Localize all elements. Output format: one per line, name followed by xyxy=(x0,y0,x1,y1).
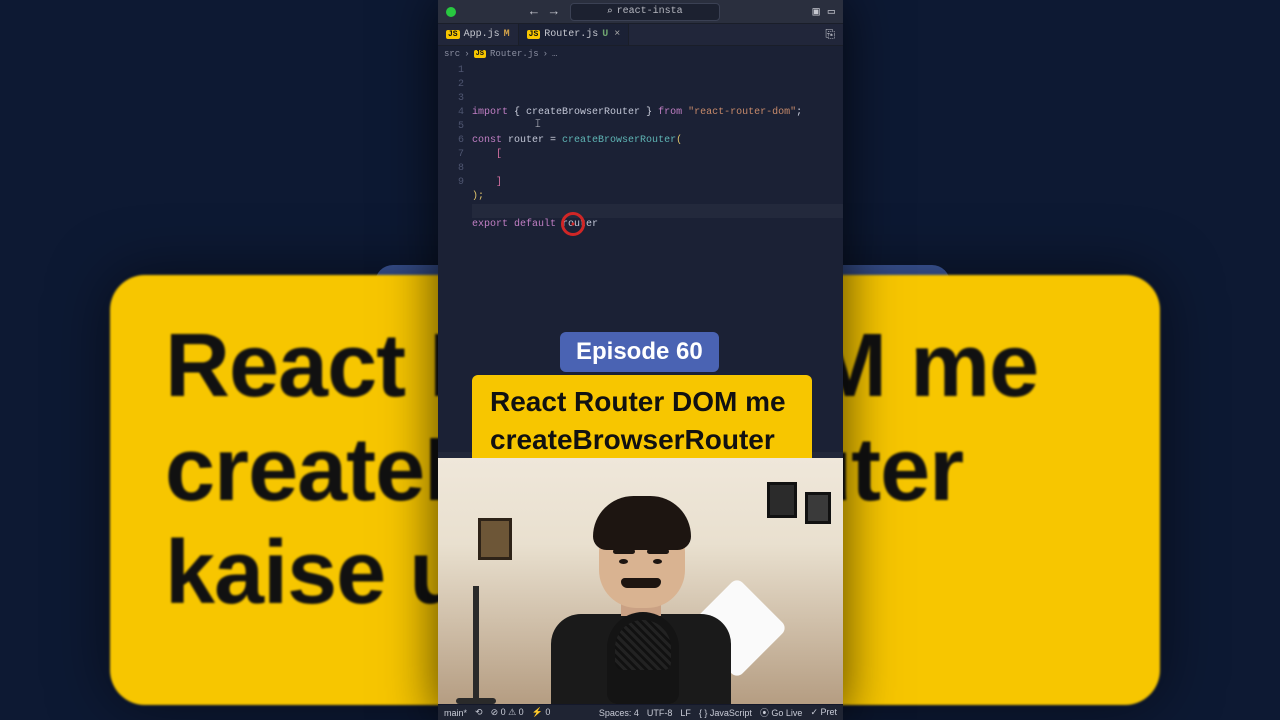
language-status[interactable]: { } JavaScript xyxy=(699,708,752,718)
click-indicator-icon xyxy=(561,212,585,236)
line-number: 9 xyxy=(442,176,464,190)
problems-status[interactable]: ⊘ 0 ⚠ 0 xyxy=(491,707,524,718)
tab-untracked-flag: U xyxy=(602,29,608,40)
layout-panel-icon[interactable]: ▣ xyxy=(813,4,820,19)
line-number: 1 xyxy=(442,64,464,78)
code-line[interactable]: ); xyxy=(472,190,843,204)
js-icon: JS xyxy=(474,50,486,58)
title-bar: ← → ⌕ react-insta ▣ ▭ xyxy=(438,0,843,24)
text-cursor-icon: 𝙸 xyxy=(534,117,542,131)
tab-router-js[interactable]: JS Router.js U × xyxy=(519,24,630,45)
code-line[interactable]: import { createBrowserRouter } from "rea… xyxy=(472,106,843,120)
presenter xyxy=(541,514,741,704)
layout-sidebar-icon[interactable]: ▭ xyxy=(828,4,835,19)
code-line[interactable] xyxy=(472,120,843,134)
ports-status[interactable]: ⚡ 0 xyxy=(532,707,551,718)
line-number: 8 xyxy=(442,162,464,176)
line-number: 2 xyxy=(442,78,464,92)
wall-frame xyxy=(805,492,831,524)
search-text: react-insta xyxy=(617,6,683,17)
chevron-right-icon: › xyxy=(464,49,469,59)
code-line[interactable] xyxy=(472,162,843,176)
tab-app-js[interactable]: JS App.js M xyxy=(438,24,519,45)
tab-bar: JS App.js M JS Router.js U × ⎘ xyxy=(438,24,843,46)
sync-icon[interactable]: ⟲ xyxy=(475,707,483,718)
nav-back-icon[interactable]: ← xyxy=(530,4,538,19)
split-editor-icon[interactable]: ⎘ xyxy=(817,24,843,45)
line-number: 7 xyxy=(442,148,464,162)
code-line[interactable]: [ xyxy=(472,148,843,162)
close-icon[interactable]: × xyxy=(614,29,620,40)
wall-frame xyxy=(478,518,512,560)
tab-modified-flag: M xyxy=(504,29,510,40)
line-number: 4 xyxy=(442,106,464,120)
line-gutter: 123456789 xyxy=(438,62,472,452)
go-live-button[interactable]: ⦿ Go Live xyxy=(760,706,803,719)
line-number: 6 xyxy=(442,134,464,148)
git-branch[interactable]: main* xyxy=(444,708,467,718)
chevron-right-icon: › xyxy=(543,49,548,59)
code-line[interactable]: export default router xyxy=(472,218,843,232)
code-line[interactable]: ] xyxy=(472,176,843,190)
indent-status[interactable]: Spaces: 4 xyxy=(599,708,639,718)
js-icon: JS xyxy=(527,30,541,39)
command-center-search[interactable]: ⌕ react-insta xyxy=(570,3,720,21)
js-icon: JS xyxy=(446,30,460,39)
nav-forward-icon[interactable]: → xyxy=(550,4,558,19)
breadcrumb-folder: src xyxy=(444,49,460,59)
microphone-icon xyxy=(607,612,679,704)
tab-label: App.js xyxy=(464,29,500,40)
prettier-status[interactable]: ✓ Pret xyxy=(810,707,837,718)
search-icon: ⌕ xyxy=(607,6,613,18)
status-bar: main* ⟲ ⊘ 0 ⚠ 0 ⚡ 0 Spaces: 4 UTF-8 LF {… xyxy=(438,704,843,720)
eol-status[interactable]: LF xyxy=(680,708,691,718)
line-number: 3 xyxy=(442,92,464,106)
code-line[interactable] xyxy=(472,204,843,218)
tab-label: Router.js xyxy=(544,29,598,40)
traffic-light-green[interactable] xyxy=(446,7,456,17)
code-line[interactable]: const router = createBrowserRouter( xyxy=(472,134,843,148)
episode-badge: Episode 60 xyxy=(560,332,719,372)
wall-frame xyxy=(767,482,797,518)
light-stand xyxy=(454,586,498,704)
encoding-status[interactable]: UTF-8 xyxy=(647,708,673,718)
breadcrumb-more: … xyxy=(552,49,557,59)
line-number: 5 xyxy=(442,120,464,134)
breadcrumb-file: Router.js xyxy=(490,49,539,59)
breadcrumb[interactable]: src › JS Router.js › … xyxy=(438,46,843,62)
presenter-webcam xyxy=(438,458,843,704)
